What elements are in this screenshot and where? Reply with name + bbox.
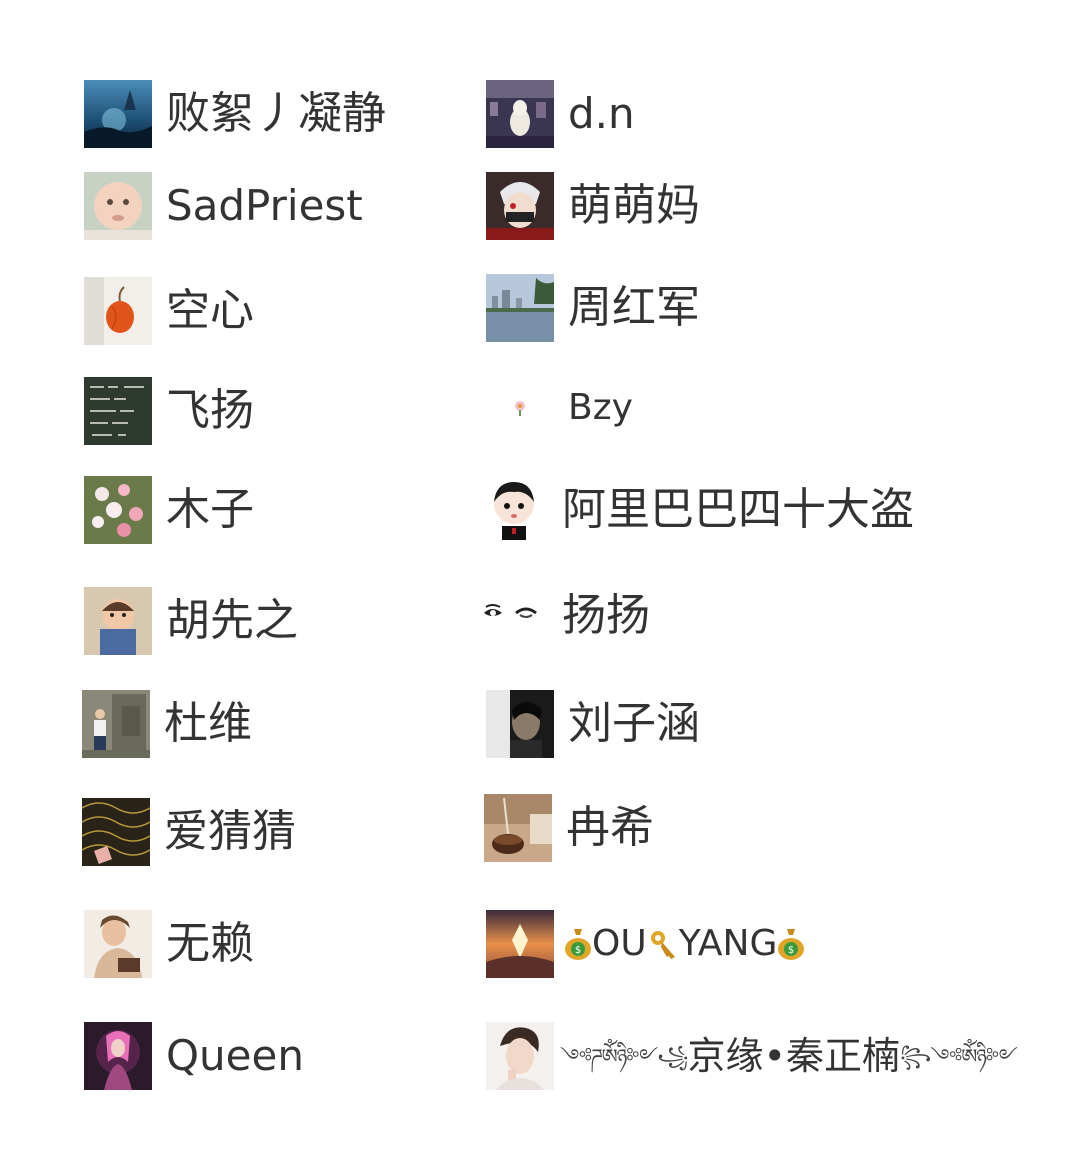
toddler-avatar [84,587,152,655]
user-name: 刘子涵 [568,698,700,749]
user-item[interactable]: $ OU YANG $ [486,908,805,980]
svg-text:$: $ [575,945,581,956]
user-name: Queen [166,1031,304,1080]
user-name: 周红军 [568,282,700,333]
user-item[interactable]: 空心 [84,275,254,347]
user-item[interactable]: 冉希 [484,792,654,864]
svg-text:$: $ [788,945,794,956]
user-name: 无赖 [166,918,254,969]
user-item[interactable]: 败絮丿凝静 [84,78,386,150]
user-name: 萌萌妈 [568,180,700,231]
user-item[interactable]: 爱猜猜 [82,796,296,868]
key-icon [650,931,675,959]
user-name: $ OU YANG $ [564,918,805,970]
user-name: 冉希 [566,802,654,853]
user-name: 败絮丿凝静 [166,88,386,139]
tiny-flower-avatar [508,396,532,420]
name-part-ou: OU [592,923,647,964]
user-name: d.n [568,89,635,138]
sunset-crystal-avatar [486,910,554,978]
dark-portrait-avatar [486,690,554,758]
baby-avatar [84,172,152,240]
chalkboard-avatar [84,377,152,445]
user-item[interactable]: Queen [84,1020,304,1092]
user-item[interactable]: ༺ཌༀཉི༻꧁ 京缘•秦正楠 ꧂༺ༀཉི༻ [486,1020,1018,1092]
flowers-avatar [84,476,152,544]
user-item[interactable]: 周红军 [486,272,700,344]
name-decoration-left: ༺ཌༀཉི༻꧁ [560,1044,689,1068]
masked-anime-avatar [486,172,554,240]
night-landscape-avatar [84,80,152,148]
user-item[interactable]: SadPriest [84,170,363,242]
user-item[interactable]: 刘子涵 [486,688,700,760]
woman-portrait-avatar [84,910,152,978]
cartoon-boy-avatar [486,478,542,542]
young-man-avatar [486,1022,554,1090]
tea-pour-avatar [484,794,552,862]
user-item[interactable]: Bzy [486,372,633,444]
user-name: 木子 [166,484,254,535]
user-item[interactable]: 阿里巴巴四十大盗 [486,474,914,546]
gold-pattern-avatar [82,798,150,866]
fantasy-pink-avatar [84,1022,152,1090]
user-item[interactable]: 木子 [84,474,254,546]
user-item[interactable]: 杜维 [82,688,252,760]
user-item[interactable]: 飞扬 [84,375,254,447]
user-item[interactable]: 扬扬 [482,580,650,652]
user-name: 空心 [166,285,254,336]
user-name: ༺ཌༀཉི༻꧁ 京缘•秦正楠 ꧂༺ༀཉི༻ [560,1030,1018,1082]
eyes-avatar [482,601,538,631]
user-item[interactable]: d.n [486,78,635,150]
user-name: Bzy [568,387,633,428]
money-bag-icon: $ [778,929,805,960]
city-lake-avatar [486,274,554,342]
name-text: 京缘•秦正楠 [687,1034,900,1078]
user-name: 阿里巴巴四十大盗 [562,484,914,535]
user-name: 飞扬 [166,385,254,436]
user-name: 杜维 [164,698,252,749]
user-name: 爱猜猜 [164,806,296,857]
money-bag-icon: $ [565,929,591,960]
user-name: SadPriest [166,181,363,230]
name-decoration-right: ꧂༺ༀཉི༻ [899,1044,1018,1068]
user-name: 胡先之 [166,595,298,646]
alpaca-avatar [486,80,554,148]
user-item[interactable]: 无赖 [84,908,254,980]
user-name: 扬扬 [562,590,650,641]
user-item[interactable]: 胡先之 [84,585,298,657]
user-list: 败絮丿凝静 d.n SadPriest 萌萌妈 空心 周红军 飞扬 Bzy 木子… [0,0,1080,1169]
lantern-plant-avatar [84,277,152,345]
statue-photo-avatar [82,690,150,758]
user-item[interactable]: 萌萌妈 [486,170,700,242]
name-part-yang: YANG [678,923,778,964]
